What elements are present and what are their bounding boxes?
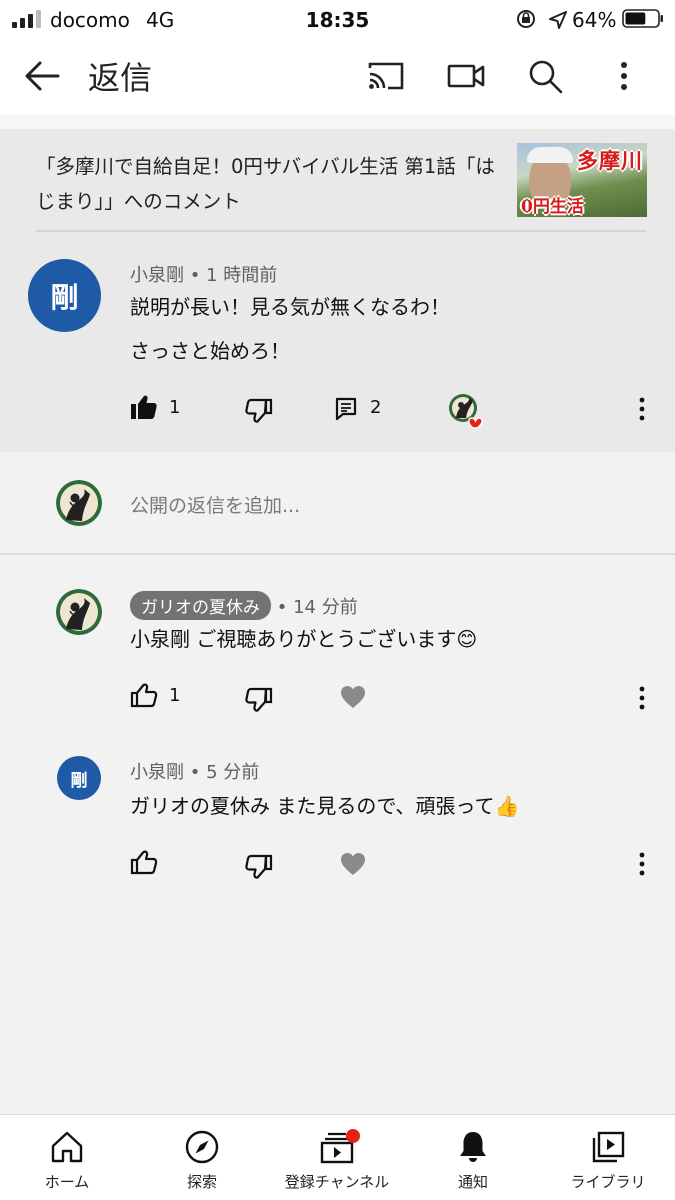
meta-separator: •: [271, 597, 294, 618]
back-arrow-icon[interactable]: [22, 56, 62, 96]
thumbnail-caption-bottom: 0円生活: [521, 197, 584, 217]
comment-text-line-2: さっさと始めろ！: [130, 339, 290, 363]
battery-percent: 64%: [572, 8, 617, 32]
comment-author[interactable]: 小泉剛: [130, 265, 184, 286]
avatar[interactable]: 剛: [57, 756, 101, 800]
avatar: [56, 480, 102, 526]
status-bar: docomo 4G 18:35 64%: [0, 0, 675, 38]
reply-count: 2: [370, 397, 382, 418]
reply-text: ガリオの夏休み また見るので、頑張って👍: [130, 794, 520, 818]
meta-separator: •: [184, 265, 207, 286]
reply-meta: 小泉剛 • 5 分前: [130, 758, 259, 784]
thumbs-up-icon[interactable]: [130, 681, 158, 709]
search-icon[interactable]: [525, 56, 565, 96]
nav-subscriptions[interactable]: 登録チャンネル: [272, 1115, 402, 1200]
nav-label: 探索: [186, 1173, 217, 1191]
video-camera-icon[interactable]: [446, 56, 486, 96]
more-vertical-icon[interactable]: [604, 56, 644, 96]
comment-text-line-1: 説明が長い！見る気が無くなるわ！: [130, 295, 450, 319]
heart-icon[interactable]: [340, 685, 366, 709]
more-vertical-icon[interactable]: [630, 684, 654, 712]
like-count: 1: [169, 397, 181, 418]
orientation-lock-location-icons: [517, 10, 567, 29]
add-reply-input[interactable]: 公開の返信を追加...: [130, 491, 300, 518]
thumbs-up-filled-icon[interactable]: [130, 393, 158, 421]
thumbs-down-icon[interactable]: [245, 686, 273, 714]
reply-icon[interactable]: [334, 396, 358, 422]
meta-separator: •: [184, 762, 207, 783]
nav-library[interactable]: ライブラリ: [548, 1115, 668, 1200]
video-title-link[interactable]: 「多摩川で自給自足！0円サバイバル生活 第1話「はじまり」」へのコメント: [36, 149, 506, 219]
nav-label: ホーム: [44, 1173, 90, 1191]
creator-heart-icon[interactable]: [447, 392, 485, 430]
battery-icon: [622, 9, 663, 28]
nav-label: 登録チャンネル: [284, 1173, 390, 1191]
like-count: 1: [169, 685, 181, 706]
bell-icon: [460, 1132, 486, 1162]
library-icon: [592, 1131, 625, 1163]
reply-time: 5 分前: [206, 762, 260, 783]
app-bar: 返信: [0, 38, 675, 115]
thumbs-down-icon[interactable]: [245, 397, 273, 425]
nav-explore[interactable]: 探索: [147, 1115, 257, 1200]
creator-author-chip[interactable]: ガリオの夏休み: [130, 591, 271, 620]
thumbs-down-icon[interactable]: [245, 853, 273, 881]
page-title: 返信: [88, 59, 153, 97]
avatar[interactable]: 剛: [28, 259, 101, 332]
video-thumbnail[interactable]: 多摩川 0円生活: [517, 143, 647, 217]
reply-input-divider: [0, 553, 675, 555]
thumbs-up-icon[interactable]: [130, 848, 158, 876]
nav-notifications[interactable]: 通知: [418, 1115, 528, 1200]
thumbnail-headband: [527, 147, 573, 163]
reply-author[interactable]: 小泉剛: [130, 762, 184, 783]
home-icon: [51, 1131, 83, 1163]
nav-home[interactable]: ホーム: [12, 1115, 122, 1200]
thumbnail-caption-top: 多摩川: [577, 148, 643, 173]
more-vertical-icon[interactable]: [630, 395, 654, 423]
more-vertical-icon[interactable]: [630, 850, 654, 878]
reply-time: 14 分前: [293, 597, 358, 618]
divider-band: [0, 115, 675, 129]
notification-dot: [346, 1129, 360, 1143]
explore-compass-icon: [185, 1130, 219, 1164]
heart-icon[interactable]: [340, 852, 366, 876]
header-divider: [36, 230, 646, 232]
comment-time: 1 時間前: [206, 265, 278, 286]
cast-icon[interactable]: [366, 56, 406, 96]
avatar[interactable]: [56, 589, 102, 635]
reply-text: 小泉剛 ご視聴ありがとうございます😊: [130, 627, 478, 651]
reply-meta: ガリオの夏休み • 14 分前: [130, 591, 358, 620]
comment-meta: 小泉剛 • 1 時間前: [130, 261, 277, 287]
nav-label: 通知: [457, 1173, 488, 1191]
nav-label: ライブラリ: [570, 1173, 646, 1191]
bottom-navigation: ホーム 探索 登録チャンネル 通知 ライブラリ: [0, 1114, 675, 1200]
highlighted-comment-panel: 「多摩川で自給自足！0円サバイバル生活 第1話「はじまり」」へのコメント 多摩川…: [0, 129, 675, 452]
